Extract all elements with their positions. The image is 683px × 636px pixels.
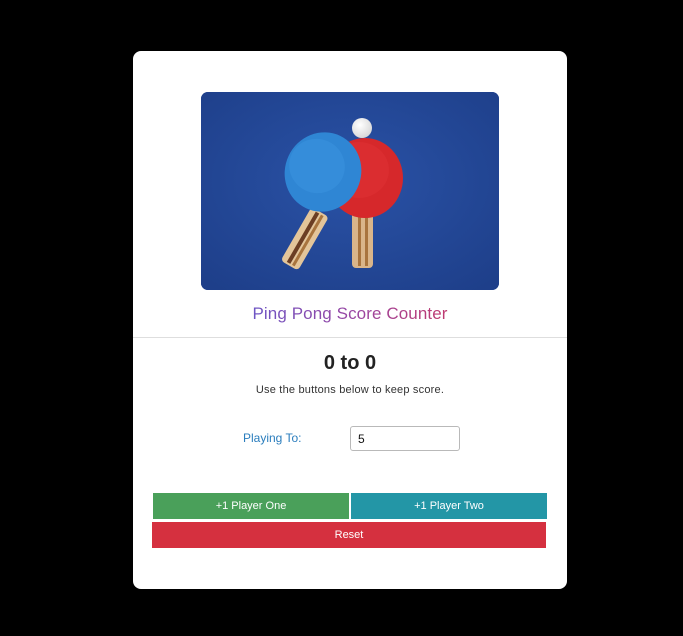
ball-icon xyxy=(352,118,372,138)
paddles-illustration xyxy=(201,92,499,290)
page-title: Ping Pong Score Counter xyxy=(252,304,448,323)
player-two-button[interactable]: +1 Player Two xyxy=(351,493,547,519)
reset-button[interactable]: Reset xyxy=(152,522,546,548)
score-display: 0 to 0 xyxy=(323,352,377,374)
playing-to-label: Playing To: xyxy=(243,431,302,445)
playing-to-input[interactable] xyxy=(350,426,460,451)
ping-pong-paddles-image xyxy=(201,92,499,290)
divider xyxy=(133,337,567,338)
score-card: Ping Pong Score Counter 0 to 0 Use the b… xyxy=(133,51,567,589)
player-one-button[interactable]: +1 Player One xyxy=(153,493,349,519)
instructions-text: Use the buttons below to keep score. xyxy=(255,384,445,396)
